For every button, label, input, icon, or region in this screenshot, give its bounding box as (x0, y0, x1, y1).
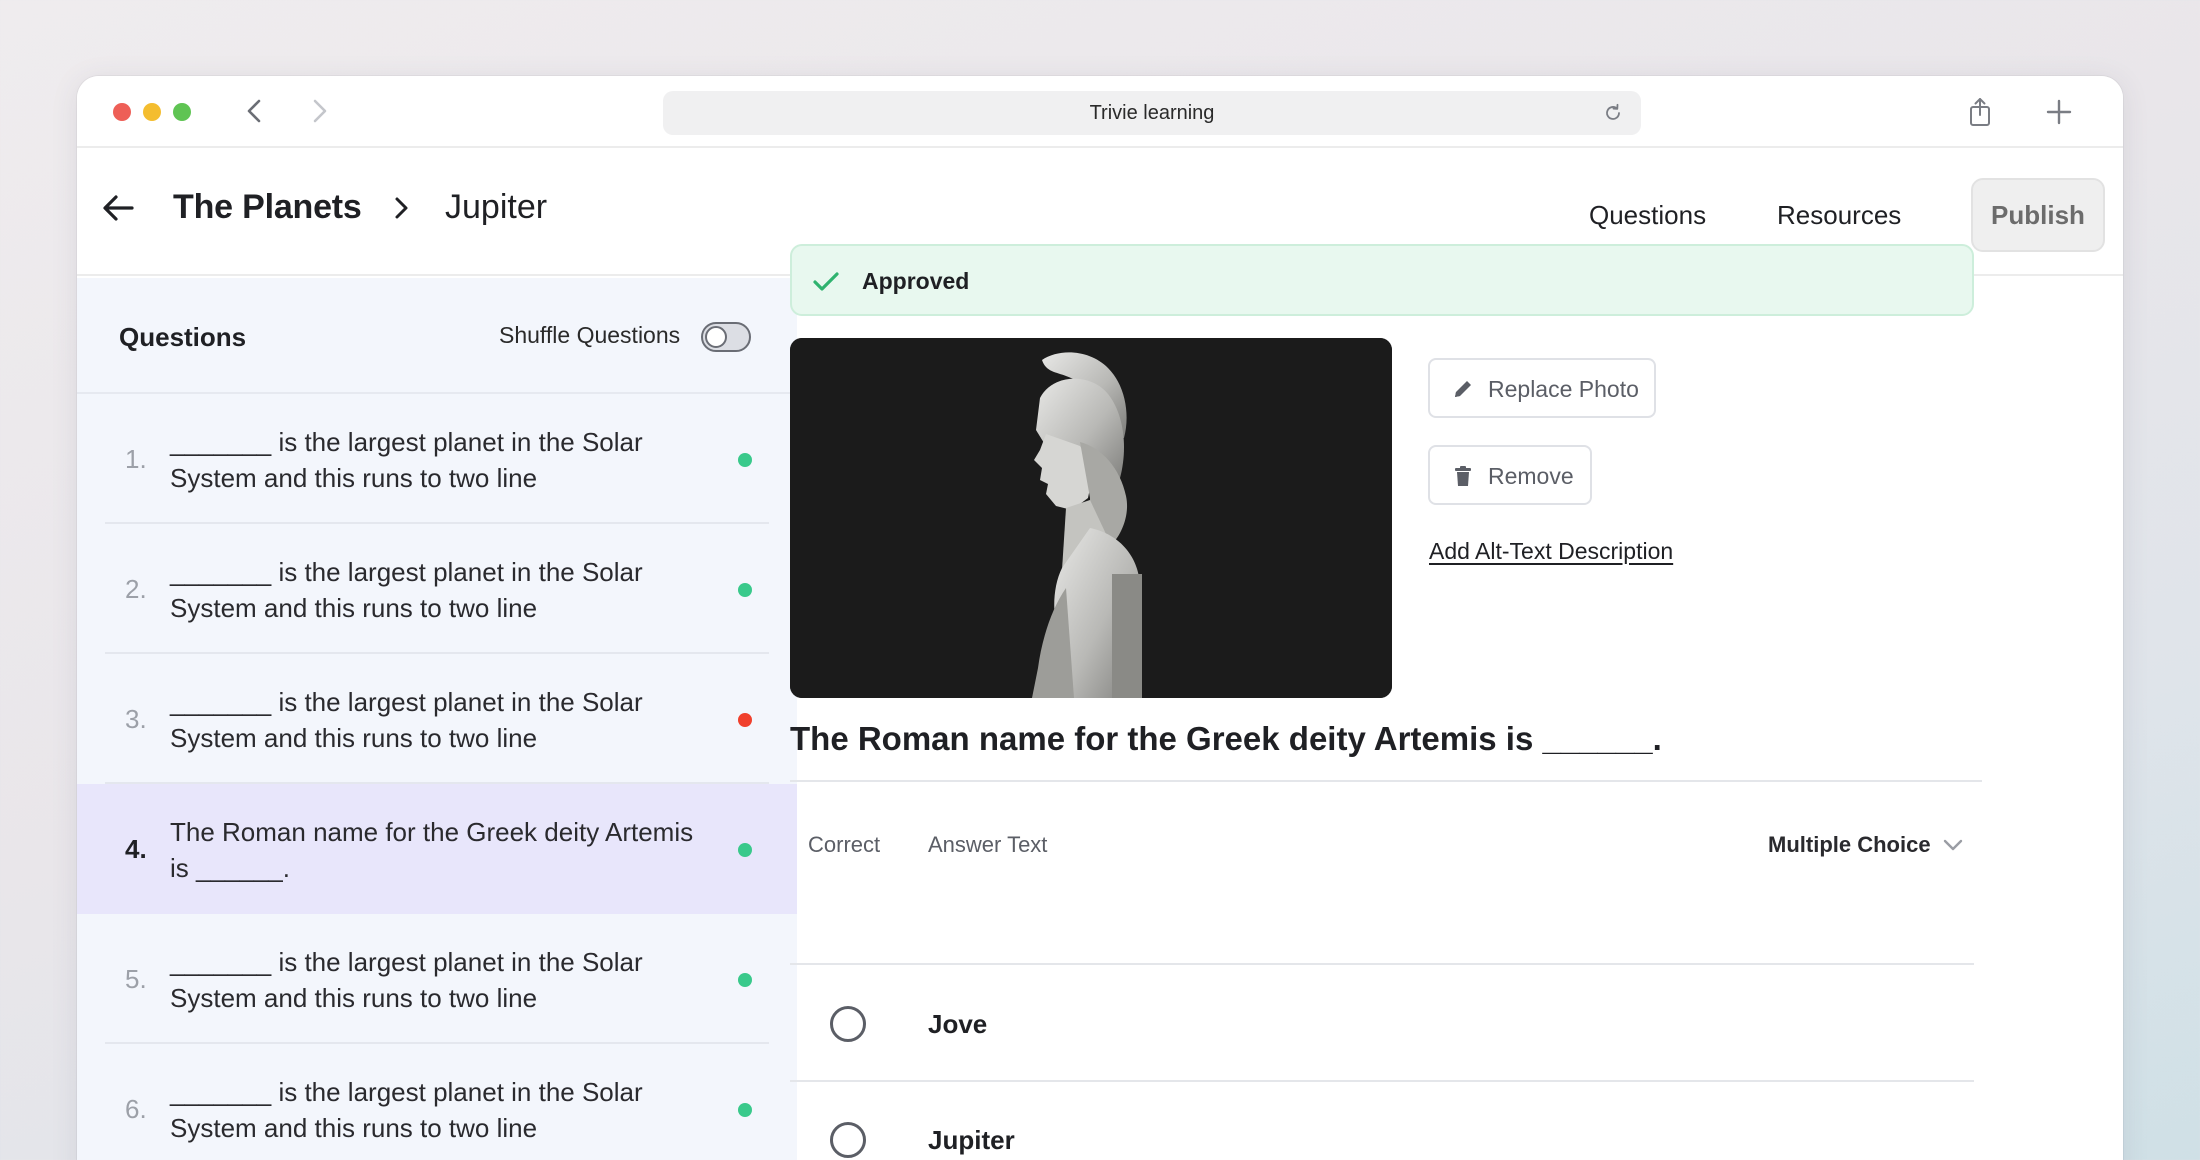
divider (790, 780, 1982, 782)
minimize-window-button[interactable] (143, 103, 161, 121)
column-header-answer-text: Answer Text (928, 832, 1048, 857)
question-text: _______ is the largest planet in the Sol… (170, 557, 643, 623)
share-icon[interactable] (1967, 96, 1993, 128)
tab-resources[interactable]: Resources (1777, 200, 1901, 231)
column-header-correct: Correct (808, 832, 881, 857)
question-item-2[interactable]: 2. _______ is the largest planet in the … (77, 524, 797, 654)
browser-toolbar: Trivie learning (77, 76, 2123, 148)
tab-questions[interactable]: Questions (1589, 200, 1706, 231)
reload-icon[interactable] (1603, 103, 1623, 123)
divider (790, 1080, 1974, 1082)
question-type-dropdown[interactable]: Multiple Choice (1768, 832, 1931, 858)
sidebar-title: Questions (119, 322, 247, 352)
publish-button[interactable]: Publish (1971, 178, 2105, 252)
question-number: 3. (125, 704, 147, 734)
question-list: 1. _______ is the largest planet in the … (77, 394, 797, 1160)
replace-photo-label: Replace Photo (1488, 376, 1639, 402)
question-text: _______ is the largest planet in the Sol… (170, 947, 643, 1013)
status-dot-approved (738, 1103, 752, 1117)
approved-status-text: Approved (862, 268, 970, 294)
status-dot-rejected (738, 713, 752, 727)
shuffle-toggle[interactable] (701, 322, 751, 352)
address-bar-text: Trivie learning (1089, 102, 1215, 124)
remove-photo-label: Remove (1488, 463, 1574, 489)
add-alt-text-link[interactable]: Add Alt-Text Description (1429, 538, 1673, 565)
status-dot-approved (738, 973, 752, 987)
remove-photo-button[interactable]: Remove (1428, 445, 1592, 505)
status-dot-approved (738, 583, 752, 597)
close-window-button[interactable] (113, 103, 131, 121)
shuffle-label: Shuffle Questions (499, 322, 681, 348)
status-dot-approved (738, 843, 752, 857)
answer-text-jove[interactable]: Jove (928, 1009, 987, 1040)
question-text: _______ is the largest planet in the Sol… (170, 427, 643, 493)
replace-photo-button[interactable]: Replace Photo (1428, 358, 1656, 418)
question-number: 5. (125, 964, 147, 994)
trash-icon (1455, 466, 1471, 486)
breadcrumb-current: Jupiter (445, 188, 548, 226)
question-item-6[interactable]: 6. _______ is the largest planet in the … (77, 1044, 797, 1160)
correct-radio-jove[interactable] (830, 1006, 866, 1042)
pencil-icon (1455, 381, 1471, 397)
divider (790, 963, 1974, 965)
question-title[interactable]: The Roman name for the Greek deity Artem… (790, 720, 1662, 758)
breadcrumb-parent[interactable]: The Planets (173, 188, 362, 227)
correct-radio-jupiter[interactable] (830, 1122, 866, 1158)
browser-back-icon[interactable] (240, 96, 270, 126)
approved-banner: Approved (790, 244, 1974, 316)
back-arrow-icon[interactable] (101, 190, 137, 226)
question-number: 4. (125, 834, 147, 864)
toggle-knob (705, 326, 727, 348)
question-number: 2. (125, 574, 147, 604)
question-text: The Roman name for the Greek deity Artem… (170, 817, 694, 883)
question-text: _______ is the largest planet in the Sol… (170, 687, 643, 753)
question-item-5[interactable]: 5. _______ is the largest planet in the … (77, 914, 797, 1044)
chevron-right-icon (395, 197, 408, 219)
question-photo (790, 338, 1392, 698)
question-text: _______ is the largest planet in the Sol… (170, 1077, 643, 1143)
address-bar[interactable]: Trivie learning (663, 91, 1641, 135)
answer-text-jupiter[interactable]: Jupiter (928, 1125, 1015, 1156)
new-tab-icon[interactable] (2045, 98, 2073, 126)
check-icon (813, 272, 839, 291)
question-item-4[interactable]: 4. The Roman name for the Greek deity Ar… (77, 784, 797, 914)
questions-sidebar: Questions Shuffle Questions 1. _______ i… (77, 278, 797, 1160)
question-number: 6. (125, 1094, 147, 1124)
status-dot-approved (738, 453, 752, 467)
sidebar-header: Questions Shuffle Questions (77, 278, 797, 394)
statue-bust-image (790, 338, 1392, 698)
maximize-window-button[interactable] (173, 103, 191, 121)
question-number: 1. (125, 444, 147, 474)
browser-forward-icon[interactable] (304, 96, 334, 126)
question-item-1[interactable]: 1. _______ is the largest planet in the … (77, 394, 797, 524)
question-item-3[interactable]: 3. _______ is the largest planet in the … (77, 654, 797, 784)
chevron-down-icon[interactable] (1942, 836, 1964, 854)
